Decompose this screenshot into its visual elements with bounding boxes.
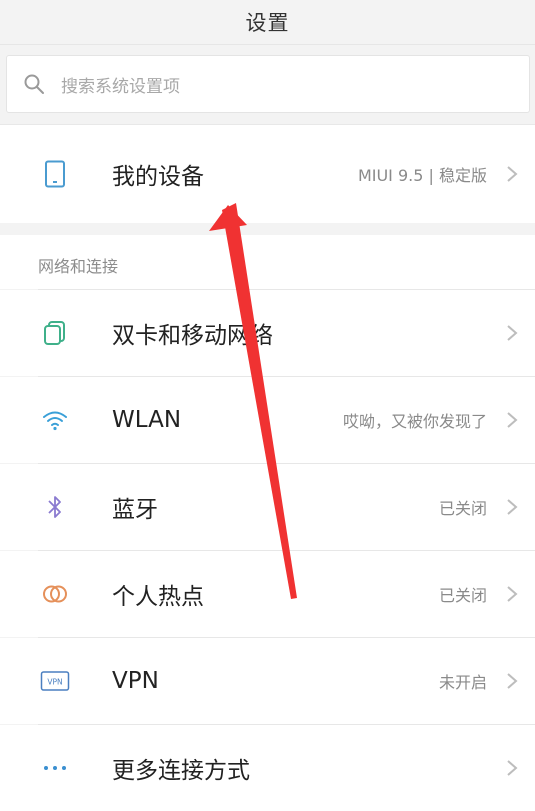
settings-item-hotspot[interactable]: 个人热点 已关闭: [0, 551, 535, 637]
settings-item-value: 未开启: [438, 673, 487, 692]
section-gap: [0, 223, 535, 235]
settings-item-bluetooth[interactable]: 蓝牙 已关闭: [0, 464, 535, 550]
settings-item-label: 双卡和移动网络: [112, 323, 273, 349]
settings-item-wlan[interactable]: WLAN 哎呦，又被你发现了: [0, 377, 535, 463]
my-device-label: 我的设备: [112, 164, 204, 190]
chevron-right-icon: [507, 499, 518, 515]
settings-item-value: 哎呦，又被你发现了: [342, 412, 487, 431]
search-placeholder: 搜索系统设置项: [61, 76, 180, 97]
vpn-icon-text: VPN: [47, 678, 62, 687]
my-device-value: MIUI 9.5 | 稳定版: [357, 166, 487, 185]
chevron-right-icon: [507, 325, 518, 341]
chevron-right-icon: [507, 673, 518, 689]
settings-item-label: 蓝牙: [112, 497, 158, 523]
more-dots-icon: [40, 753, 70, 783]
search-input[interactable]: 搜索系统设置项: [6, 55, 530, 113]
sim-cards-icon: [40, 318, 70, 348]
my-device-row[interactable]: 我的设备 MIUI 9.5 | 稳定版: [0, 124, 535, 224]
search-icon: [24, 74, 44, 94]
settings-item-label: VPN: [112, 668, 159, 694]
top-bar: 设置: [0, 0, 535, 45]
settings-item-label: WLAN: [112, 407, 182, 433]
hotspot-icon: [40, 579, 70, 609]
bluetooth-icon: [40, 492, 70, 522]
settings-item-value: 已关闭: [438, 586, 487, 605]
settings-item-value: 已关闭: [438, 499, 487, 518]
settings-item-label: 个人热点: [112, 584, 204, 610]
settings-item-label: 更多连接方式: [112, 758, 250, 784]
settings-item-vpn[interactable]: VPN VPN 未开启: [0, 638, 535, 724]
section-header: 网络和连接: [0, 235, 535, 289]
settings-item-more-connections[interactable]: 更多连接方式: [0, 725, 535, 811]
search-area: 搜索系统设置项: [0, 45, 535, 123]
page-title: 设置: [245, 11, 290, 35]
vpn-icon: VPN: [40, 666, 70, 696]
chevron-right-icon: [507, 586, 518, 602]
chevron-right-icon: [507, 412, 518, 428]
chevron-right-icon: [507, 166, 518, 182]
phone-icon: [40, 159, 70, 189]
my-device-item[interactable]: 我的设备 MIUI 9.5 | 稳定版: [0, 131, 535, 217]
settings-item-dual-sim[interactable]: 双卡和移动网络: [0, 290, 535, 376]
wifi-icon: [40, 405, 70, 435]
chevron-right-icon: [507, 760, 518, 776]
section-title: 网络和连接: [38, 257, 119, 276]
